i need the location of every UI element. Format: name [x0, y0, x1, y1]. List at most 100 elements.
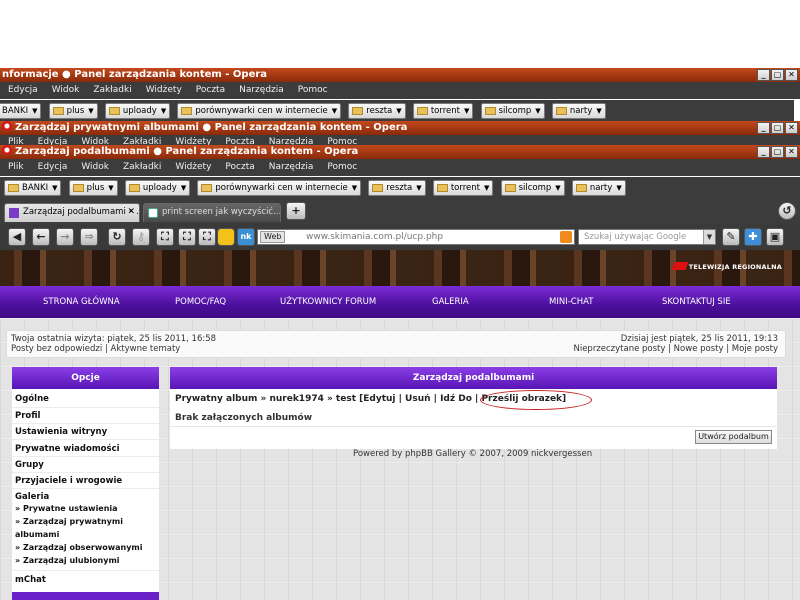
sidebar-sub-manage-favorites[interactable]: » Zarządzaj ulubionymi — [15, 556, 120, 565]
address-field[interactable]: Web www.skimania.com.pl/ucp.php — [257, 229, 575, 245]
image-icon[interactable]: ▣ — [766, 228, 784, 246]
close-button[interactable]: ✕ — [785, 69, 798, 81]
menu-item[interactable]: Zakładki — [93, 85, 131, 95]
bookmark-folder[interactable]: narty ▼ — [571, 180, 626, 196]
nav-help[interactable]: POMOC/FAQ — [175, 297, 226, 307]
sidebar-item-site-settings[interactable]: Ustawienia witryny — [15, 427, 107, 437]
post-links[interactable]: Nieprzeczytane posty | Nowe posty | Moje… — [573, 344, 778, 354]
sidebar-sub-albums-label[interactable]: albumami — [15, 530, 59, 539]
sidebar-item-groups[interactable]: Grupy — [15, 460, 44, 470]
menu-item[interactable]: Edycja — [38, 137, 68, 145]
menu-item[interactable]: Zakładki — [123, 162, 161, 172]
nav-contact[interactable]: SKONTAKTUJ SIE — [662, 297, 731, 307]
window-title-bar[interactable]: Zarządzaj prywatnymi albumami ● Panel za… — [0, 121, 800, 135]
bookmark-folder[interactable]: silcomp ▼ — [480, 103, 545, 119]
menu-item[interactable]: Edycja — [8, 85, 38, 95]
folder-icon — [181, 107, 193, 115]
nk-icon[interactable]: nk — [237, 228, 255, 246]
bookmark-folder[interactable]: silcomp ▼ — [500, 180, 565, 196]
close-button[interactable]: ✕ — [785, 122, 798, 134]
menu-item[interactable]: Widok — [81, 137, 109, 145]
puzzle-icon[interactable]: ✚ — [744, 228, 762, 246]
chevron-down-icon[interactable]: ▼ — [703, 230, 715, 244]
bookmark-folder[interactable]: porównywarki cen w internecie ▼ — [177, 103, 342, 119]
new-tab-button[interactable]: + — [286, 202, 306, 220]
minimize-button[interactable]: _ — [757, 122, 770, 134]
menu-item[interactable]: Plik — [8, 162, 24, 172]
maximize-button[interactable]: ▢ — [771, 69, 784, 81]
close-button[interactable]: ✕ — [785, 146, 798, 158]
sidebar-item-mchat[interactable]: mChat — [15, 575, 46, 585]
sidebar-item-gallery[interactable]: Galeria — [15, 492, 49, 502]
maximize-button[interactable]: ▢ — [771, 146, 784, 158]
menu-item[interactable]: Narzędzia — [239, 85, 284, 95]
web-button[interactable]: Web — [260, 231, 286, 243]
menu-item[interactable]: Widżety — [175, 162, 211, 172]
key-icon[interactable]: ⚷ — [132, 228, 150, 246]
sidebar-item-friends[interactable]: Przyjaciele i wrogowie — [15, 476, 122, 486]
menu-item[interactable]: Pomoc — [327, 137, 357, 145]
menu-item[interactable]: Widok — [52, 85, 80, 95]
sidebar-sub-manage-watched[interactable]: » Zarządzaj obserwowanymi — [15, 543, 142, 552]
create-subalbum-button[interactable]: Utwórz podalbum — [695, 430, 772, 444]
tab-active[interactable]: Zarządzaj podalbumami • ... ✕ — [4, 203, 140, 222]
search-input[interactable]: Szukaj używając Google ▼ — [578, 229, 716, 245]
bookmark-folder[interactable]: reszta ▼ — [368, 180, 426, 196]
fast-forward-button[interactable]: ⇒ — [80, 228, 98, 246]
sidebar-item-private-messages[interactable]: Prywatne wiadomości — [15, 444, 120, 454]
bookmark-folder[interactable]: BANKI ▼ — [0, 103, 42, 119]
quick-links[interactable]: Posty bez odpowiedzi | Aktywne tematy — [11, 344, 180, 354]
reload-button[interactable]: ↻ — [108, 228, 126, 246]
closed-tabs-icon[interactable]: ↺ — [778, 202, 796, 220]
minimize-button[interactable]: _ — [757, 146, 770, 158]
nav-chat[interactable]: MINI-CHAT — [549, 297, 593, 307]
maximize-button[interactable]: ▢ — [771, 122, 784, 134]
menu-item[interactable]: Edycja — [38, 162, 68, 172]
menu-item[interactable]: Widżety — [175, 137, 211, 145]
bookmark-folder[interactable]: porównywarki cen w internecie ▼ — [197, 180, 362, 196]
nav-gallery[interactable]: GALERIA — [432, 297, 469, 307]
fit-width-icon[interactable]: ⛶ — [178, 228, 196, 246]
bookmark-folder[interactable]: BANKI ▼ — [4, 180, 62, 196]
fullscreen-icon[interactable]: ⛶ — [156, 228, 174, 246]
window-title-bar[interactable]: Zarządzaj podalbumami ● Panel zarządzani… — [0, 145, 800, 159]
close-tab-icon[interactable]: ✕ — [127, 204, 135, 221]
menu-item[interactable]: Narzędzia — [269, 137, 314, 145]
menu-item[interactable]: Pomoc — [327, 162, 357, 172]
menu-item[interactable]: Poczta — [225, 162, 254, 172]
divider — [12, 570, 159, 571]
sidebar-sub-manage-private-albums[interactable]: » Zarządzaj prywatnymi — [15, 517, 123, 526]
rss-icon[interactable] — [560, 231, 572, 243]
menu-item[interactable]: Poczta — [225, 137, 254, 145]
window-title-bar[interactable]: nformacje ● Panel zarządzania kontem - O… — [0, 68, 800, 82]
bookmark-folder[interactable]: uploady ▼ — [124, 180, 191, 196]
menu-item[interactable]: Plik — [8, 137, 24, 145]
menu-item[interactable]: Widżety — [146, 85, 182, 95]
nav-users[interactable]: UŻYTKOWNICY FORUM — [280, 297, 376, 307]
menu-item[interactable]: Poczta — [196, 85, 225, 95]
bookmark-folder[interactable]: plus ▼ — [48, 103, 98, 119]
divider — [12, 456, 159, 457]
sidebar-sub-private-settings[interactable]: » Prywatne ustawienia — [15, 504, 118, 513]
tab-inactive[interactable]: print screen jak wyczyścić... — [143, 203, 281, 222]
back-arrow-icon[interactable]: ← — [32, 228, 50, 246]
sidebar-item-profile[interactable]: Profil — [15, 411, 40, 421]
menu-item[interactable]: Narzędzia — [269, 162, 314, 172]
bookmark-folder[interactable]: torrent ▼ — [432, 180, 494, 196]
menu-item[interactable]: Zakładki — [123, 137, 161, 145]
bookmark-folder[interactable]: reszta ▼ — [348, 103, 406, 119]
bookmark-folder[interactable]: plus ▼ — [68, 180, 118, 196]
back-button[interactable]: ◀ — [8, 228, 26, 246]
bookmark-folder[interactable]: torrent ▼ — [412, 103, 474, 119]
menu-item[interactable]: Pomoc — [298, 85, 328, 95]
sidebar-item-general[interactable]: Ogólne — [15, 394, 49, 404]
fit-page-icon[interactable]: ⛶ — [198, 228, 216, 246]
menu-item[interactable]: Widok — [81, 162, 109, 172]
bookmark-folder[interactable]: uploady ▼ — [104, 103, 171, 119]
forward-button[interactable]: → — [56, 228, 74, 246]
bookmark-folder[interactable]: narty ▼ — [551, 103, 606, 119]
minimize-button[interactable]: _ — [757, 69, 770, 81]
nav-home[interactable]: STRONA GŁÓWNA — [43, 297, 120, 307]
wrench-icon[interactable]: ✎ — [722, 228, 740, 246]
extension-icon[interactable] — [217, 228, 235, 246]
